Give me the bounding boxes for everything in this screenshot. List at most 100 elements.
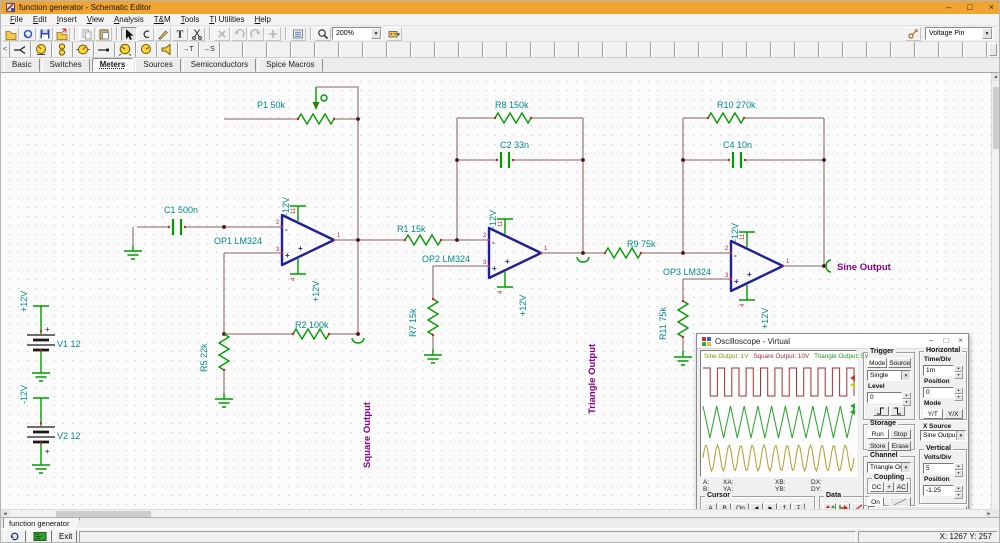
tab-switches[interactable]: Switches <box>41 58 90 72</box>
menu-item-insert[interactable]: Insert <box>52 15 82 24</box>
menu-item-file[interactable]: File <box>5 15 28 24</box>
menu-item-tools[interactable]: Tools <box>176 15 205 24</box>
select-tool-button[interactable] <box>121 26 137 41</box>
label-op3[interactable]: OP3 LM324 <box>663 267 711 277</box>
reopen-button[interactable] <box>20 26 36 41</box>
trigger-mode-select[interactable]: Single ▼ <box>867 370 911 381</box>
minimize-button[interactable]: – <box>946 3 951 12</box>
label-v2[interactable]: V2 12 <box>57 431 81 441</box>
oscilloscope-window[interactable]: Oscilloscope - Virtual – □ × Sine Output… <box>696 333 969 509</box>
spinner-arrows[interactable]: ▲ ▼ <box>902 392 911 406</box>
trigger-source-button[interactable]: Source <box>888 358 911 368</box>
component-r10-resistor[interactable] <box>707 112 745 124</box>
coupling-dc-button[interactable]: DC <box>870 482 884 492</box>
label-square-output[interactable]: Square Output <box>362 401 373 468</box>
menu-item-analysis[interactable]: Analysis <box>109 15 149 24</box>
label-v1[interactable]: V1 12 <box>57 339 81 349</box>
zoom-level-select[interactable]: 200% ▼ <box>332 27 382 40</box>
menu-item-edit[interactable]: Edit <box>28 15 52 24</box>
trace-marker-green2[interactable] <box>850 409 855 415</box>
label-c2[interactable]: C2 33n <box>500 140 529 150</box>
maximize-button[interactable]: □ <box>967 3 972 12</box>
trace-marker-red[interactable] <box>850 375 855 381</box>
voltmeter-icon[interactable] <box>31 42 52 57</box>
horizontal-scrollbar[interactable]: ◄ ► <box>1 509 993 518</box>
component-r7-resistor[interactable] <box>427 298 439 336</box>
falling-edge-button[interactable] <box>889 406 905 416</box>
trigger-level-spinner[interactable]: 0 ▲ ▼ <box>867 392 911 406</box>
label-p1[interactable]: P1 50k <box>257 100 286 110</box>
tab-sources[interactable]: Sources <box>135 58 181 72</box>
component-r2-resistor[interactable] <box>292 328 330 340</box>
ammeter-icon[interactable] <box>73 42 94 57</box>
component-r9-resistor[interactable] <box>604 247 642 259</box>
timediv-spinner[interactable]: 1m ▲ ▼ <box>923 365 963 379</box>
label-r11[interactable]: R11 75k <box>658 307 668 340</box>
text-tool-button[interactable]: T <box>172 26 188 41</box>
label-c1[interactable]: C1 500n <box>164 205 198 215</box>
pin-mode-select[interactable]: Voltage Pin ▼ <box>925 27 993 40</box>
battery-check-button[interactable] <box>386 26 402 41</box>
output-connectors[interactable] <box>351 256 832 344</box>
tab-spice-macros[interactable]: Spice Macros <box>258 58 323 72</box>
vertical-scrollbar[interactable]: ▲ ▼ <box>991 73 999 517</box>
component-r8-resistor[interactable] <box>494 112 532 124</box>
coupling-ac-button[interactable]: AC <box>894 482 908 492</box>
recalculate-button[interactable] <box>4 530 26 542</box>
label-r8[interactable]: R8 150k <box>495 100 529 110</box>
save-button[interactable] <box>37 26 53 41</box>
pencil-tool-button[interactable] <box>155 26 171 41</box>
spinner-arrows[interactable]: ▲ ▼ <box>954 463 963 477</box>
component-v1-battery[interactable]: + <box>27 305 55 367</box>
mode-yx-button[interactable]: Y/X <box>943 409 963 419</box>
exit-button[interactable]: Exit <box>54 530 78 542</box>
board-view-button[interactable] <box>28 530 52 542</box>
menu-item-help[interactable]: Help <box>249 15 275 24</box>
scope-close-button[interactable]: × <box>958 337 963 345</box>
export-button[interactable] <box>54 26 70 41</box>
pin-probe-icon[interactable] <box>94 42 115 57</box>
label-r1[interactable]: R1 15k <box>397 224 426 234</box>
label-triangle-output[interactable]: Triangle Output <box>587 343 598 414</box>
tab-semiconductors[interactable]: Semiconductors <box>182 58 257 72</box>
component-c1-capacitor[interactable] <box>171 217 183 237</box>
multimeter-icon[interactable] <box>115 42 136 57</box>
rising-edge-button[interactable] <box>873 406 889 416</box>
wire-tool-button[interactable] <box>138 26 154 41</box>
component-op2-opamp[interactable]: 2 3 1 11 4 - + + <box>483 218 548 294</box>
component-r5-resistor[interactable] <box>218 333 230 371</box>
label-r7[interactable]: R7 15k <box>408 308 418 337</box>
voltsdiv-spinner[interactable]: 5 ▲ ▼ <box>923 463 963 477</box>
current-probe-icon[interactable] <box>10 42 31 57</box>
coupling-ground-button[interactable]: + <box>884 482 894 492</box>
tab-meters[interactable]: Meters <box>91 58 134 72</box>
paste-button[interactable] <box>96 26 112 41</box>
component-c2-capacitor[interactable] <box>499 150 511 170</box>
to-t-meter-icon[interactable]: →T <box>178 42 199 57</box>
label-sine-output[interactable]: Sine Output <box>837 262 892 273</box>
menu-item-tm[interactable]: T&M <box>149 15 176 24</box>
label-op1[interactable]: OP1 LM324 <box>214 236 262 246</box>
xsource-select[interactable]: Sine Outpu ▼ <box>920 430 966 441</box>
storage-stop-button[interactable]: Stop <box>889 429 911 439</box>
meter-pair-icon[interactable] <box>52 42 73 57</box>
label-op2[interactable]: OP2 LM324 <box>422 254 470 264</box>
menu-item-view[interactable]: View <box>82 15 109 24</box>
wattmeter-icon[interactable] <box>136 42 157 57</box>
component-r11-resistor[interactable] <box>677 300 689 338</box>
trigger-mode-button[interactable]: Mode <box>867 358 888 368</box>
storage-store-button[interactable]: Store <box>867 441 889 451</box>
cut-tool-button[interactable] <box>189 26 205 41</box>
component-v2-battery[interactable]: + <box>27 397 55 459</box>
menu-item-ti-utilities[interactable]: TI Utilities <box>204 15 249 24</box>
spinner-arrows[interactable]: ▲ ▼ <box>954 485 963 499</box>
tab-basic[interactable]: Basic <box>4 58 40 72</box>
close-button[interactable]: × <box>989 3 994 12</box>
mode-yt-button[interactable]: Y/T <box>923 409 943 419</box>
speaker-icon[interactable] <box>157 42 178 57</box>
label-c4[interactable]: C4 10n <box>723 140 752 150</box>
trace-marker-yellow[interactable] <box>850 382 855 388</box>
label-r9[interactable]: R9 75k <box>627 239 656 249</box>
label-r5[interactable]: R5 22k <box>199 343 209 372</box>
vertical-scroll-thumb[interactable] <box>993 87 999 149</box>
